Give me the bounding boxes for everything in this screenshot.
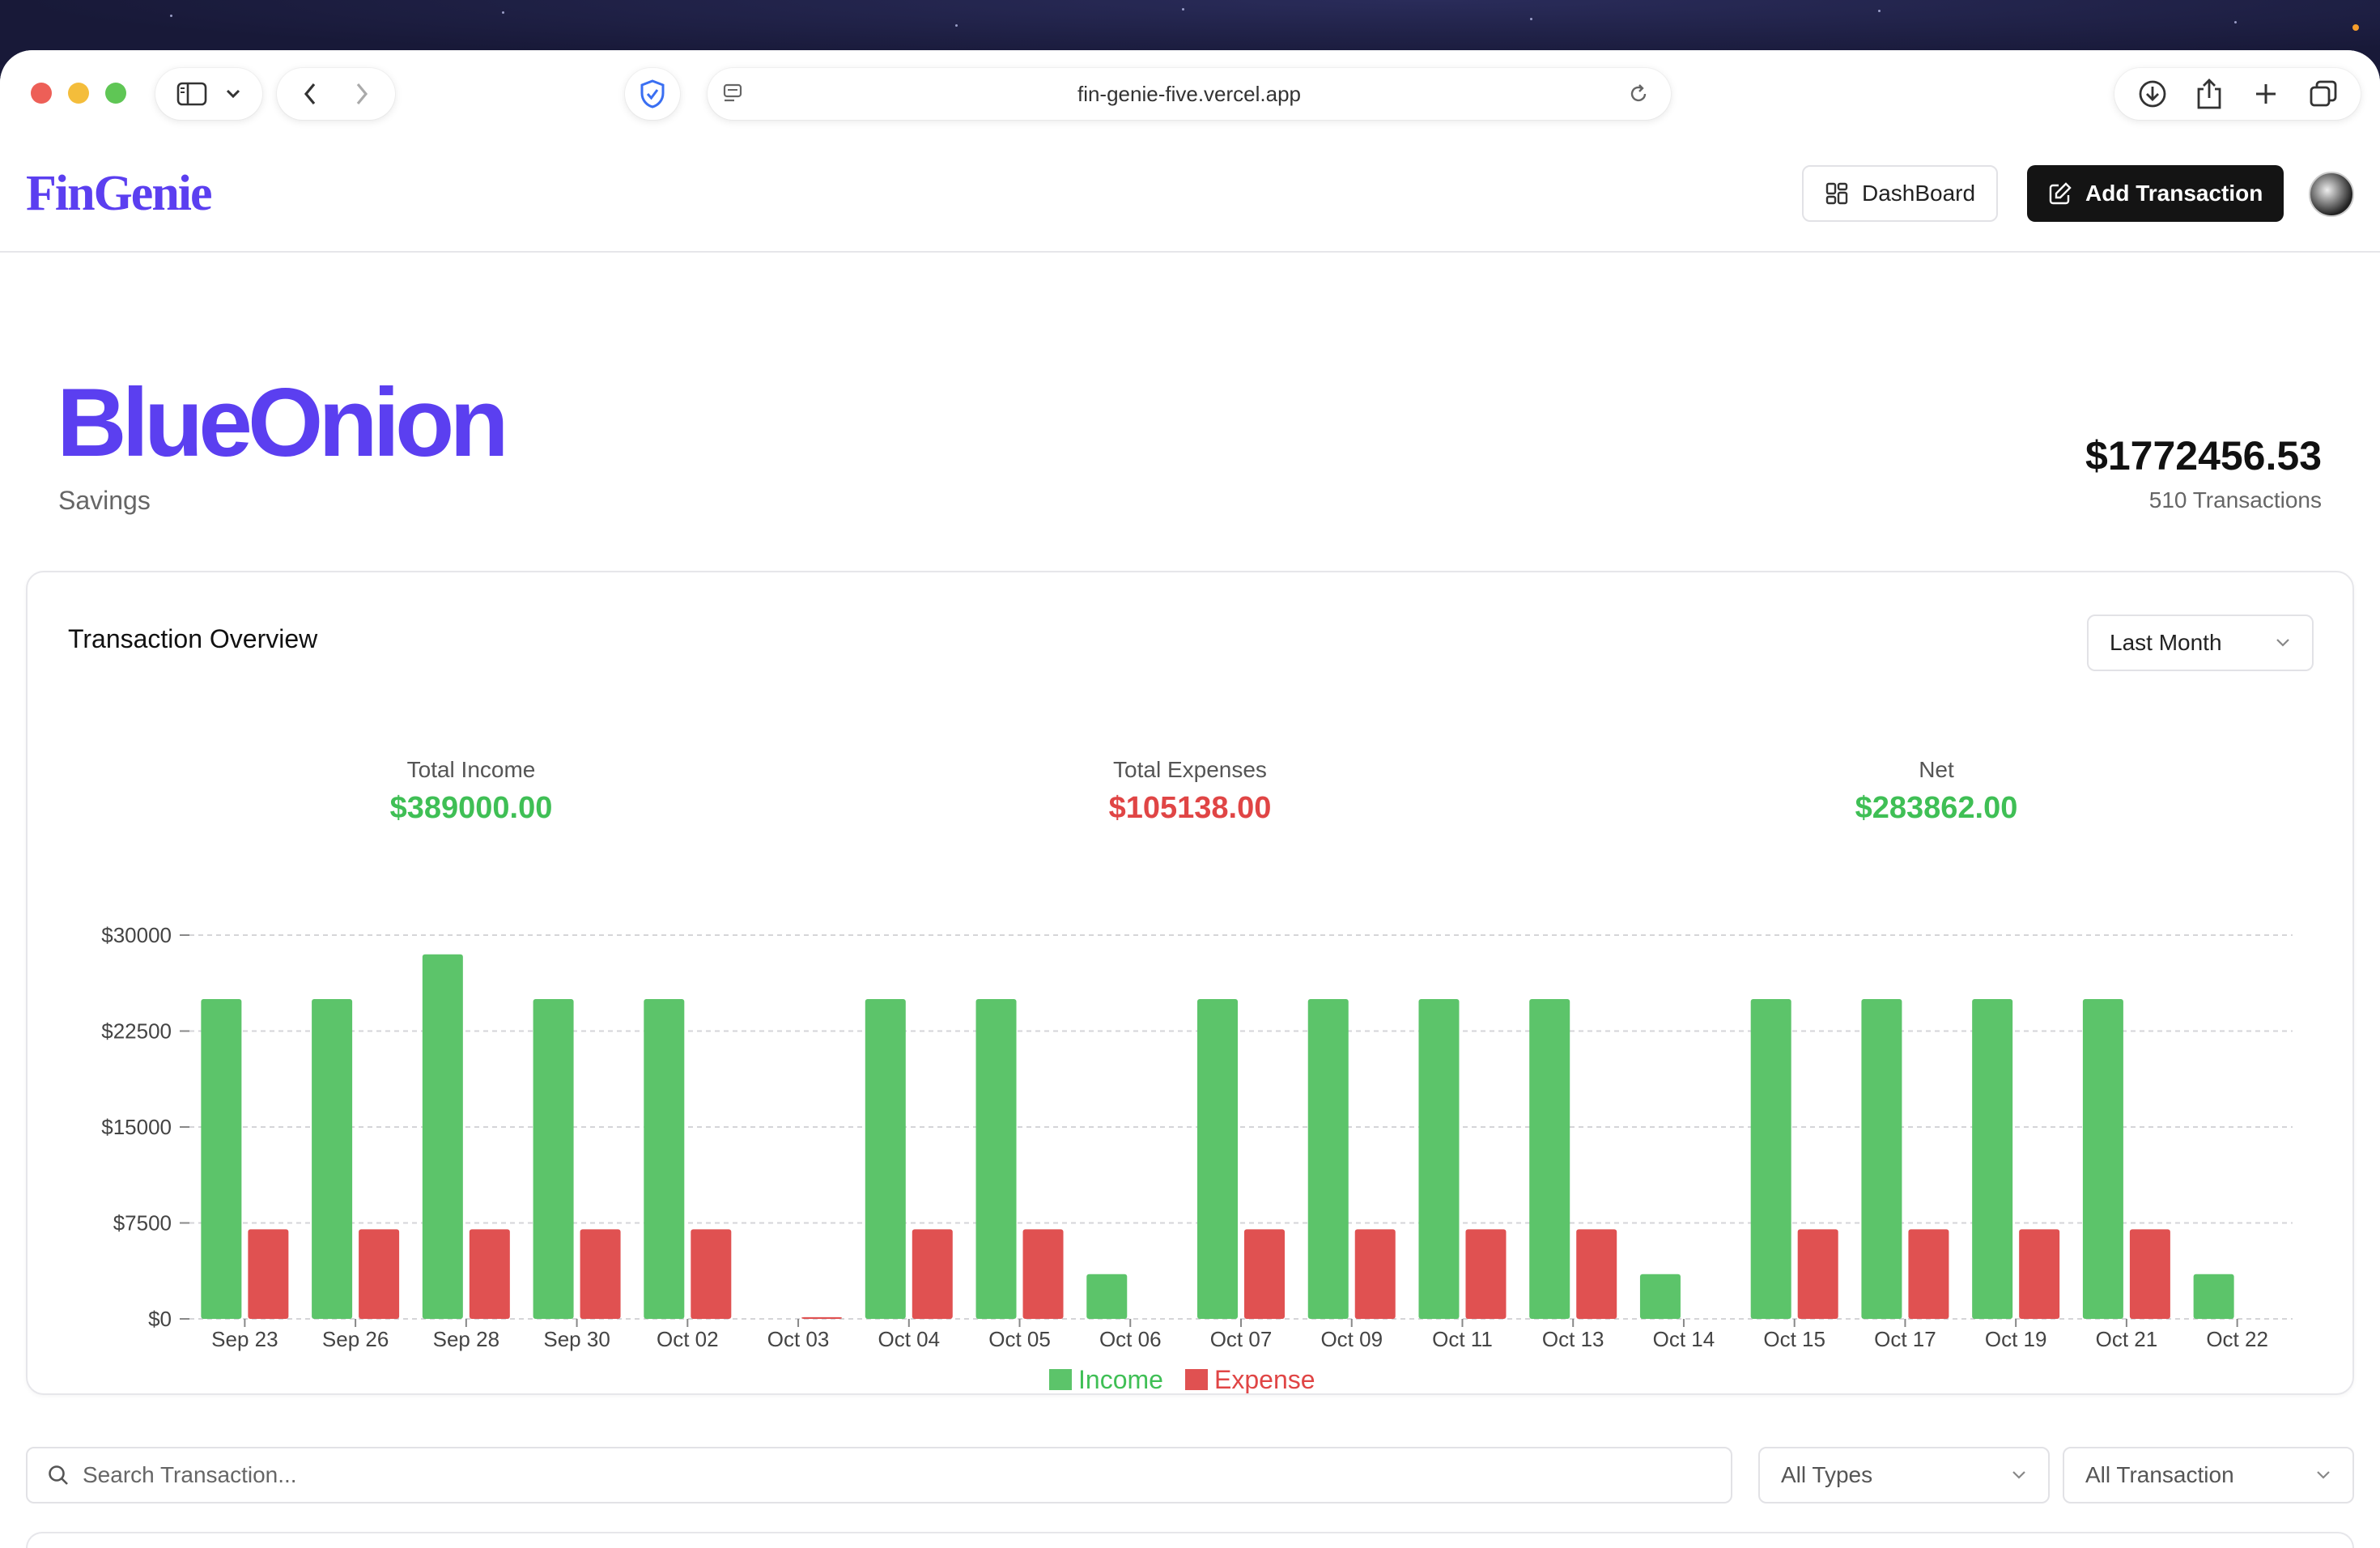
y-tick-label: $15000 (101, 1115, 172, 1139)
expense-bar (580, 1229, 621, 1319)
expense-bar (1244, 1229, 1285, 1319)
expense-bar (691, 1229, 732, 1319)
income-bar (1418, 999, 1460, 1319)
x-tick-label: Sep 30 (543, 1327, 610, 1351)
income-bar (1861, 999, 1902, 1319)
x-tick-label: Oct 04 (878, 1327, 940, 1351)
income-bar (201, 999, 242, 1319)
income-bar (2082, 999, 2123, 1319)
expense-bar (248, 1229, 289, 1319)
expense-bar (1022, 1229, 1064, 1319)
x-tick-label: Sep 23 (211, 1327, 278, 1351)
search-icon (47, 1464, 70, 1486)
x-tick-label: Oct 05 (988, 1327, 1051, 1351)
income-bar (533, 999, 574, 1319)
x-tick-label: Oct 11 (1432, 1327, 1493, 1351)
legend-swatch (1185, 1369, 1208, 1390)
x-tick-label: Oct 14 (1653, 1327, 1715, 1351)
income-bar (644, 999, 685, 1319)
add-transaction-label: Add Transaction (2085, 181, 2263, 206)
expense-bar (801, 1316, 843, 1319)
add-transaction-button[interactable]: Add Transaction (2027, 165, 2284, 222)
expense-bar (469, 1229, 510, 1319)
transaction-count: 510 Transactions (2148, 487, 2322, 512)
y-tick-label: $0 (148, 1307, 172, 1331)
income-bar (1307, 999, 1349, 1319)
account-balance: $1772456.53 (2085, 433, 2322, 478)
search-bar[interactable] (26, 1447, 1732, 1503)
x-tick-label: Oct 21 (2096, 1327, 2158, 1351)
income-bar (422, 954, 463, 1319)
browser-window: fin-genie-five.vercel.app FinGenie DashB… (0, 50, 2380, 1548)
x-tick-label: Oct 07 (1210, 1327, 1273, 1351)
type-filter-select[interactable]: All Types (1758, 1447, 2050, 1503)
y-tick-label: $22500 (101, 1019, 172, 1044)
transaction-bar-chart: $0 $7500 $15000 $22500 $30000 Sep 23 Sep 26 Sep… (101, 923, 2293, 1393)
income-bar (1639, 1274, 1681, 1319)
x-tick-label: Oct 03 (767, 1327, 830, 1351)
legend-swatch (1049, 1369, 1072, 1390)
user-avatar[interactable] (2309, 172, 2354, 217)
table-top-border (26, 1532, 2354, 1548)
income-bar (865, 999, 906, 1319)
expense-bar (2129, 1229, 2170, 1319)
type-filter-value: All Types (1781, 1462, 1873, 1487)
transaction-filter-value: All Transaction (2085, 1462, 2234, 1487)
dashboard-label: DashBoard (1862, 181, 1976, 206)
transaction-overview-card: Transaction Overview Last Month Total In… (26, 571, 2354, 1395)
x-tick-label: Sep 28 (433, 1327, 499, 1351)
x-tick-label: Sep 26 (322, 1327, 389, 1351)
x-tick-label: Oct 02 (657, 1327, 719, 1351)
legend-label: Income (1078, 1365, 1163, 1393)
chevron-down-icon (2315, 1470, 2331, 1480)
x-tick-label: Oct 17 (1874, 1327, 1936, 1351)
chevron-down-icon (2011, 1470, 2027, 1480)
search-input[interactable] (83, 1462, 1711, 1488)
brand-logo[interactable]: FinGenie (26, 168, 213, 219)
income-bar (1197, 999, 1238, 1319)
legend-label: Expense (1214, 1365, 1315, 1393)
x-tick-label: Oct 15 (1763, 1327, 1825, 1351)
expense-bar (1465, 1229, 1507, 1319)
income-bar (1972, 999, 2013, 1319)
expense-bar (912, 1229, 953, 1319)
income-bar (2193, 1274, 2234, 1319)
income-bar (1086, 1274, 1128, 1319)
expense-bar (1576, 1229, 1617, 1319)
income-bar (975, 999, 1017, 1319)
account-name: BlueOnion (57, 368, 509, 477)
income-bar (1750, 999, 1791, 1319)
x-tick-label: Oct 09 (1320, 1327, 1383, 1351)
y-tick-label: $7500 (113, 1211, 172, 1235)
y-tick-label: $30000 (101, 923, 172, 947)
x-tick-label: Oct 19 (1985, 1327, 2047, 1351)
x-tick-label: Oct 06 (1099, 1327, 1162, 1351)
edit-pencil-icon (2048, 181, 2072, 206)
income-bar (312, 999, 353, 1319)
expense-bar (1797, 1229, 1838, 1319)
income-bar (1529, 999, 1570, 1319)
transaction-filter-select[interactable]: All Transaction (2063, 1447, 2354, 1503)
expense-bar (359, 1229, 400, 1319)
x-tick-label: Oct 22 (2206, 1327, 2268, 1351)
account-type: Savings (58, 486, 151, 515)
expense-bar (1354, 1229, 1396, 1319)
expense-bar (2019, 1229, 2060, 1319)
dashboard-button[interactable]: DashBoard (1802, 165, 1999, 222)
expense-bar (1908, 1229, 1949, 1319)
dashboard-grid-icon (1825, 181, 1849, 206)
x-tick-label: Oct 13 (1542, 1327, 1604, 1351)
